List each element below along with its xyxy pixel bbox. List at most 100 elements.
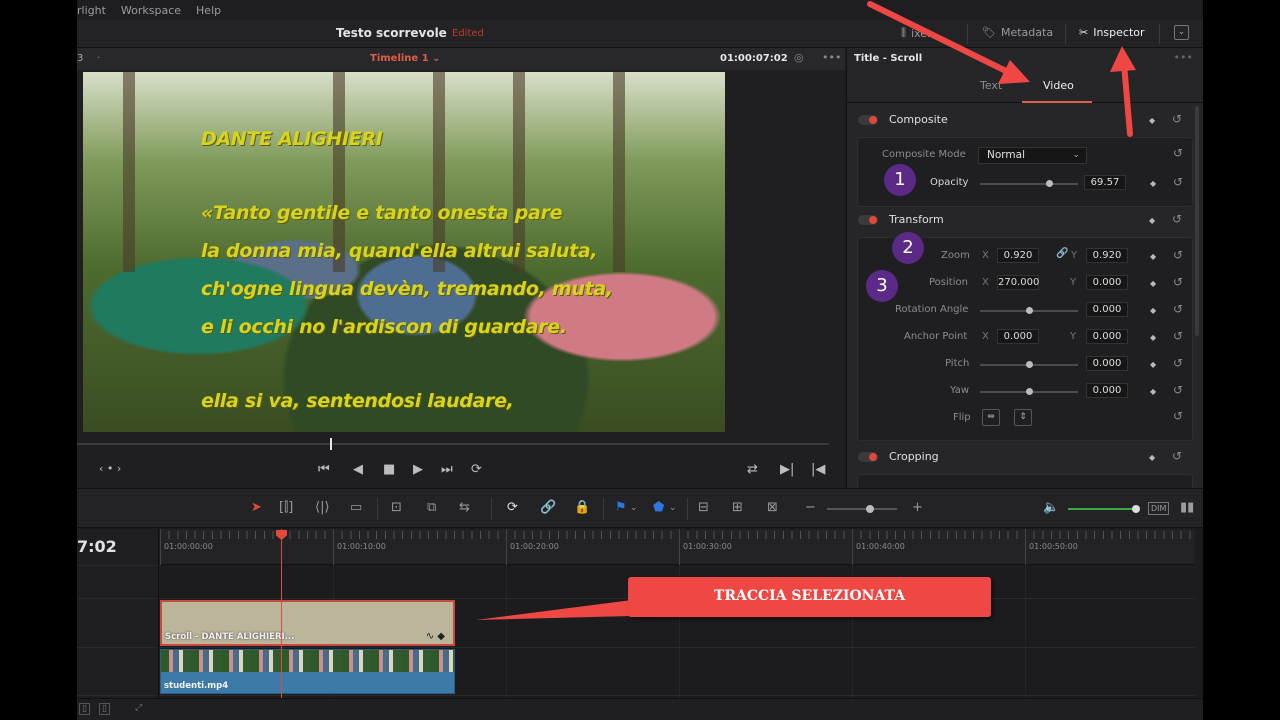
trim-tool-icon[interactable]: [⫿] (279, 500, 293, 515)
keyframe-icon[interactable]: ◆ (1150, 179, 1156, 188)
volume-slider[interactable] (1068, 508, 1136, 510)
inspector-button[interactable]: ✂ Inspector (1079, 26, 1145, 39)
flip-vertical-icon[interactable]: ⇕ (1014, 409, 1032, 426)
blade-tool-icon[interactable]: ▭ (350, 500, 362, 515)
keyframe-icon[interactable]: ◆ (1150, 252, 1156, 261)
position-x-field[interactable]: 270.000 (997, 275, 1039, 290)
volume-icon[interactable]: 🔈 (1043, 500, 1059, 515)
volume-slider-knob[interactable] (1132, 505, 1140, 513)
panel-options-button[interactable]: ⌄ (1174, 25, 1189, 40)
dynamic-trim-icon[interactable]: ⟨|⟩ (315, 500, 330, 515)
position-lock-icon[interactable]: 🔒 (574, 500, 590, 515)
mixer-button[interactable]: ⫼ ixer (901, 26, 932, 40)
reset-icon[interactable]: ↺ (1173, 383, 1183, 397)
yaw-slider-knob[interactable] (1026, 388, 1033, 395)
menu-item-workspace[interactable]: Workspace (121, 4, 181, 17)
go-to-start-icon[interactable]: ⏮ (318, 462, 330, 477)
composite-header[interactable]: Composite ◆ ↺ (857, 109, 1191, 133)
color-picker-icon[interactable]: ◎ (794, 51, 804, 64)
zoom-in-icon[interactable]: + (912, 500, 923, 515)
play-icon[interactable]: ▶ (413, 462, 423, 477)
collapse-icon[interactable]: ⤢ (135, 703, 142, 713)
cropping-header[interactable]: Cropping ◆ ↺ (857, 446, 1191, 470)
stop-icon[interactable]: ■ (383, 462, 395, 477)
chevron-down-icon[interactable]: ⌄ (669, 503, 677, 513)
title-clip[interactable]: Scroll - DANTE ALIGHIERI... ∿ ◆ (160, 600, 455, 646)
detail-zoom-icon[interactable]: ⊞ (732, 500, 743, 515)
full-extent-zoom-icon[interactable]: ⊟ (698, 500, 709, 515)
overwrite-clip-icon[interactable]: ⧉ (427, 500, 436, 515)
jog-control-icon[interactable]: ‹ • › (99, 462, 121, 475)
zoom-out-icon[interactable]: − (805, 500, 816, 515)
linked-selection-icon[interactable]: 🔗 (540, 500, 556, 515)
reset-icon[interactable]: ↺ (1173, 248, 1183, 262)
pitch-field[interactable]: 0.000 (1086, 356, 1128, 371)
composite-toggle[interactable] (858, 115, 878, 125)
keyframe-icon[interactable]: ◆ (1149, 116, 1155, 125)
zoom-y-field[interactable]: 0.920 (1086, 248, 1128, 263)
flip-horizontal-icon[interactable]: ⇹ (982, 409, 1000, 426)
anchor-y-field[interactable]: 0.000 (1086, 329, 1128, 344)
reset-icon[interactable]: ↺ (1173, 409, 1183, 423)
keyframe-icon[interactable]: ◆ (1149, 453, 1155, 462)
zoom-slider[interactable] (827, 508, 897, 510)
chevron-down-icon[interactable]: ⌄ (630, 503, 638, 513)
timeline-ruler[interactable]: 01:00:00:00 01:00:10:00 01:00:20:00 01:0… (160, 529, 1195, 565)
next-edit-icon[interactable]: ▶| (780, 462, 794, 477)
pitch-slider-knob[interactable] (1026, 361, 1033, 368)
anchor-x-field[interactable]: 0.000 (997, 329, 1039, 344)
position-y-field[interactable]: 0.000 (1086, 275, 1128, 290)
video-clip[interactable]: studenti.mp4 (160, 649, 455, 694)
match-frame-icon[interactable]: ⇄ (747, 462, 758, 477)
reset-icon[interactable]: ↺ (1172, 449, 1182, 463)
keyframe-icon[interactable]: ◆ (1150, 306, 1156, 315)
keyframe-icon[interactable]: ◆ (1150, 387, 1156, 396)
more-options-icon[interactable]: ••• (822, 51, 841, 64)
reset-icon[interactable]: ↺ (1173, 356, 1183, 370)
track-option-icon[interactable]: ▯ (79, 703, 90, 715)
rotation-field[interactable]: 0.000 (1086, 302, 1128, 317)
keyframe-icon[interactable]: ◆ (1150, 279, 1156, 288)
inspector-scrollbar[interactable] (1195, 106, 1199, 336)
replace-clip-icon[interactable]: ⇆ (459, 500, 470, 515)
zoom-x-field[interactable]: 0.920 (997, 248, 1039, 263)
reset-icon[interactable]: ↺ (1172, 212, 1182, 226)
more-options-icon[interactable]: ••• (1174, 51, 1193, 64)
link-icon[interactable]: 🔗 (1056, 248, 1068, 259)
yaw-field[interactable]: 0.000 (1086, 383, 1128, 398)
reset-icon[interactable]: ↺ (1173, 175, 1183, 189)
menu-item-fairlight[interactable]: rlight (77, 4, 106, 17)
keyframe-icon[interactable]: ◆ (1149, 216, 1155, 225)
selection-tool-icon[interactable]: ➤ (251, 500, 262, 515)
opacity-slider-knob[interactable] (1046, 180, 1053, 187)
composite-mode-select[interactable]: Normal ⌄ (978, 147, 1087, 164)
timeline-name-dropdown[interactable]: Timeline 1 ⌄ (370, 53, 441, 64)
opacity-field[interactable]: 69.57 (1084, 175, 1126, 190)
keyframe-icon[interactable]: ◆ (1150, 333, 1156, 342)
keyframe-icon[interactable]: ◆ (1150, 360, 1156, 369)
marker-icon[interactable]: ⬟ (653, 500, 664, 515)
reset-icon[interactable]: ↺ (1173, 275, 1183, 289)
loop-icon[interactable]: ⟳ (471, 462, 482, 477)
viewer-options-icon[interactable]: · (97, 51, 101, 64)
play-reverse-icon[interactable]: ◀ (353, 462, 363, 477)
rotation-slider-knob[interactable] (1026, 307, 1033, 314)
menu-item-help[interactable]: Help (196, 4, 221, 17)
cropping-toggle[interactable] (858, 452, 878, 462)
scrubber-track[interactable] (77, 443, 829, 445)
scrubber-handle[interactable] (330, 438, 332, 450)
go-to-end-icon[interactable]: ⏭ (441, 462, 453, 477)
custom-zoom-icon[interactable]: ⊠ (767, 500, 778, 515)
reset-icon[interactable]: ↺ (1172, 112, 1182, 126)
reset-icon[interactable]: ↺ (1173, 146, 1183, 160)
tab-text[interactable]: Text (980, 79, 1002, 92)
transform-header[interactable]: Transform ◆ ↺ (857, 209, 1191, 233)
opacity-slider[interactable] (980, 183, 1078, 185)
insert-clip-icon[interactable]: ⊡ (391, 500, 402, 515)
keyframe-curve-icon[interactable]: ∿ ◆ (426, 631, 445, 642)
reset-icon[interactable]: ↺ (1173, 329, 1183, 343)
playhead-line[interactable] (281, 529, 282, 720)
metadata-button[interactable]: 🏷 Metadata (982, 26, 1053, 39)
track-option-icon[interactable]: ▯ (99, 703, 110, 715)
dim-button[interactable]: DIM (1148, 502, 1170, 515)
